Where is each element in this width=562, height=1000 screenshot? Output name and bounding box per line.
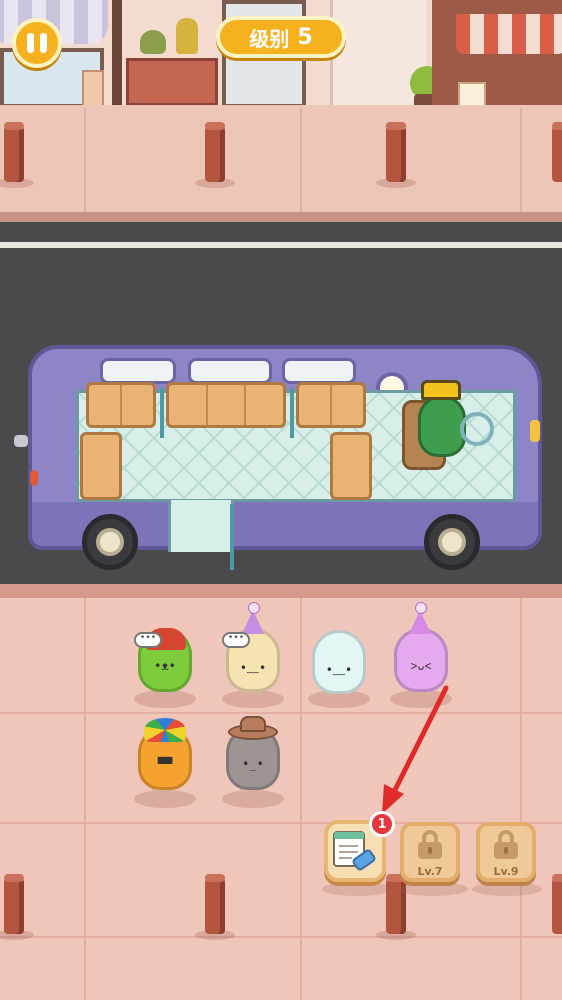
party-hat-icon (409, 602, 431, 634)
bus-seat-back-3[interactable] (296, 382, 366, 428)
bollard (205, 874, 225, 934)
bollard (4, 122, 24, 182)
passenger-white[interactable]: •﹏• (312, 630, 366, 694)
level-number: 5 (297, 24, 313, 50)
bus-seat-back-1[interactable] (86, 382, 156, 428)
bus-window-2 (188, 358, 272, 384)
tile-line (520, 108, 522, 212)
passenger-shadow (134, 790, 196, 808)
bus-taillight (30, 470, 38, 486)
tile-line (300, 598, 302, 1000)
driver-hat (421, 380, 461, 400)
passenger-face: •_• (242, 757, 264, 771)
level-label: 级别 (249, 26, 290, 51)
tile-line (300, 108, 302, 212)
bus-rear-bumper (14, 435, 28, 447)
bus-window-3 (282, 358, 356, 384)
bus-door-pole (230, 504, 234, 570)
passenger-face: •﹏• (239, 661, 267, 675)
lock-level-label: Lv.7 (417, 865, 443, 878)
bollard (552, 874, 562, 934)
plant-pot-1 (140, 30, 166, 54)
bollard (4, 874, 24, 934)
brick-planter (126, 58, 218, 106)
bus-seat-side-left[interactable] (80, 432, 122, 500)
bollard (552, 122, 562, 182)
bus-wheel-rear (82, 514, 138, 570)
passenger-shadow (222, 790, 284, 808)
steering-wheel-icon (460, 412, 494, 446)
bus-seat-back-2[interactable] (166, 382, 286, 428)
passenger-face: •ᴥ• (154, 659, 176, 673)
passenger-shadow (222, 690, 284, 708)
red-arrow-icon (382, 685, 449, 814)
curb-top (0, 212, 562, 222)
bollard (205, 122, 225, 182)
pause-icon (27, 33, 34, 53)
party-hat-icon (242, 602, 264, 634)
bus-wheel-front (424, 514, 480, 570)
road-lane-line (0, 242, 562, 248)
bus-window-1 (100, 358, 176, 384)
plant-pot-2 (176, 18, 198, 54)
bus-pole (160, 388, 164, 438)
bus-headlight (530, 420, 540, 442)
bus-pole (290, 388, 294, 438)
passenger-face: ▀▀ (157, 757, 173, 771)
lock-icon (418, 830, 442, 859)
passenger-shadow (134, 690, 196, 708)
speech-bubble: ••• (222, 632, 250, 648)
locked-tool-lv9[interactable]: Lv.9 (476, 822, 536, 882)
bus-seat-side-right[interactable] (330, 432, 372, 500)
bollard (386, 122, 406, 182)
lock-level-label: Lv.9 (493, 865, 519, 878)
tile-line (520, 598, 522, 1000)
speech-bubble: ••• (134, 632, 162, 648)
curb-bottom (0, 584, 562, 598)
pause-button[interactable] (12, 18, 62, 68)
sign-board-left (82, 70, 104, 108)
locked-tool-lv7[interactable]: Lv.7 (400, 822, 460, 882)
jester-hat-icon (144, 718, 186, 742)
notification-badge: 1 (369, 811, 395, 837)
frog-driver (418, 395, 466, 457)
level-indicator: 级别 5 (216, 16, 346, 58)
tile-line (84, 598, 86, 1000)
passenger-face: •﹏• (325, 663, 353, 677)
striped-awning-right (456, 14, 562, 54)
bus-door[interactable] (168, 500, 234, 552)
lock-icon (494, 830, 518, 859)
wood-post (112, 0, 122, 108)
passenger-face: ˃ᴗ˂ (410, 659, 432, 673)
bollard (386, 874, 406, 934)
tile-line (84, 108, 86, 212)
